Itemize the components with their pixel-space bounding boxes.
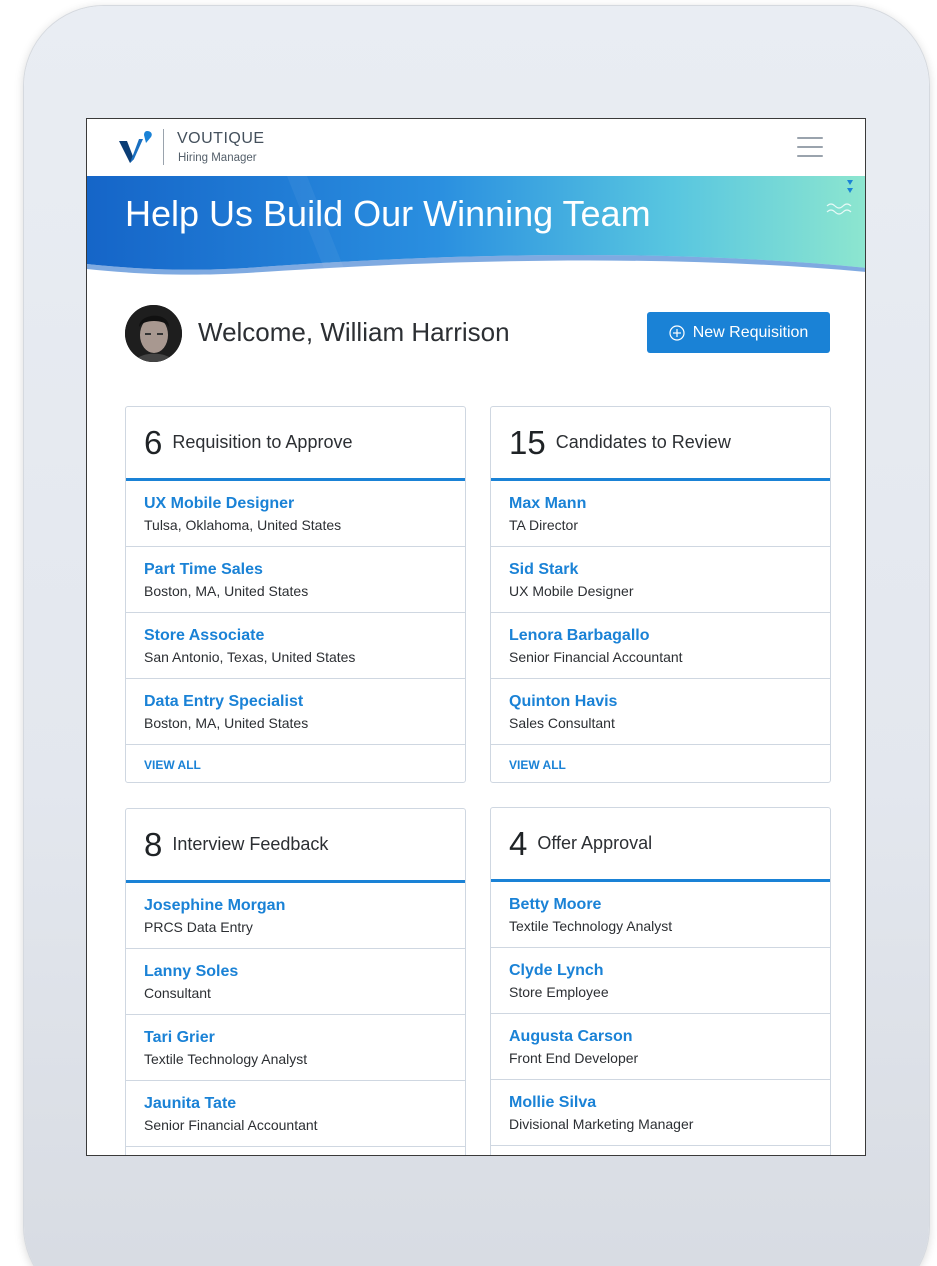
list-item[interactable]: Josephine Morgan PRCS Data Entry [126, 883, 465, 949]
list-item[interactable]: Augusta Carson Front End Developer [491, 1014, 830, 1080]
list-item[interactable]: Quinton Havis Sales Consultant [491, 679, 830, 745]
list-item[interactable]: Mollie Silva Divisional Marketing Manage… [491, 1080, 830, 1146]
item-name: Data Entry Specialist [144, 693, 304, 710]
brand-role: Hiring Manager [178, 152, 257, 164]
list-item[interactable]: Data Entry Specialist Boston, MA, United… [126, 679, 465, 745]
view-all-link[interactable]: VIEW ALL [491, 745, 830, 782]
item-name: Lanny Soles [144, 963, 239, 980]
user-avatar [125, 305, 182, 362]
item-subtitle: Front End Developer [509, 1050, 639, 1066]
item-name: UX Mobile Designer [144, 495, 295, 512]
new-requisition-label: New Requisition [692, 323, 809, 341]
new-requisition-button[interactable]: New Requisition [647, 312, 830, 353]
card-candidates-to-review: 15 Candidates to Review Max Mann TA Dire… [490, 406, 831, 783]
list-item[interactable]: UX Mobile Designer Tulsa, Oklahoma, Unit… [126, 481, 465, 547]
item-subtitle: Tulsa, Oklahoma, United States [144, 517, 342, 533]
item-name: Josephine Morgan [144, 897, 286, 914]
item-subtitle: San Antonio, Texas, United States [144, 649, 356, 665]
card-title: Candidates to Review [555, 432, 731, 452]
item-name: Jaunita Tate [144, 1095, 237, 1112]
item-subtitle: Boston, MA, United States [144, 583, 309, 599]
list-item[interactable]: Lanny Soles Consultant [126, 949, 465, 1015]
list-item[interactable]: Store Associate San Antonio, Texas, Unit… [126, 613, 465, 679]
list-item[interactable]: Betty Moore Textile Technology Analyst [491, 882, 830, 948]
item-subtitle: Textile Technology Analyst [509, 918, 673, 934]
list-item[interactable]: Lenora Barbagallo Senior Financial Accou… [491, 613, 830, 679]
item-name: Store Associate [144, 627, 265, 644]
list-item[interactable]: Jaunita Tate Senior Financial Accountant [126, 1081, 465, 1147]
brand-name: VOUTIQUE [177, 130, 265, 147]
item-subtitle: Store Employee [509, 984, 609, 1000]
card-title: Requisition to Approve [172, 432, 353, 452]
card-title: Offer Approval [537, 833, 653, 853]
top-bar: VOUTIQUE Hiring Manager [87, 119, 865, 176]
list-item[interactable]: Sid Stark UX Mobile Designer [491, 547, 830, 613]
item-name: Mollie Silva [509, 1094, 597, 1111]
menu-hamburger-icon[interactable] [797, 137, 823, 157]
item-name: Betty Moore [509, 896, 602, 913]
item-name: Max Mann [509, 495, 587, 512]
card-count: 6 [144, 423, 163, 461]
item-subtitle: TA Director [509, 517, 578, 533]
card-count: 4 [509, 824, 528, 862]
item-subtitle: Textile Technology Analyst [144, 1051, 308, 1067]
list-item[interactable]: Max Mann TA Director [491, 481, 830, 547]
list-item[interactable]: Tari Grier Textile Technology Analyst [126, 1015, 465, 1081]
view-all-link[interactable]: VIEW ALL [126, 745, 465, 782]
item-name: Quinton Havis [509, 693, 618, 710]
list-item[interactable]: Clyde Lynch Store Employee [491, 948, 830, 1014]
card-header: 4 Offer Approval [491, 808, 830, 882]
card-requisitions-to-approve: 6 Requisition to Approve UX Mobile Desig… [125, 406, 466, 783]
plus-circle-icon [669, 324, 685, 341]
card-header: 15 Candidates to Review [491, 407, 830, 481]
item-name: Augusta Carson [509, 1028, 633, 1045]
item-subtitle: Divisional Marketing Manager [509, 1116, 694, 1132]
voutique-logo-icon [119, 131, 152, 163]
logo-divider [163, 129, 164, 165]
app-screen: VOUTIQUE Hiring Manager Help Us Build Ou… [86, 118, 866, 1156]
item-subtitle: Senior Financial Accountant [509, 649, 683, 665]
item-subtitle: Senior Financial Accountant [144, 1117, 318, 1133]
card-offer-approval: 4 Offer Approval Betty Moore Textile Tec… [490, 807, 831, 1155]
item-subtitle: Sales Consultant [509, 715, 615, 731]
item-name: Lenora Barbagallo [509, 627, 650, 644]
banner-title: Help Us Build Our Winning Team [125, 193, 651, 234]
item-name: Clyde Lynch [509, 962, 604, 979]
card-title: Interview Feedback [172, 834, 329, 854]
item-subtitle: UX Mobile Designer [509, 583, 634, 599]
card-header: 8 Interview Feedback [126, 809, 465, 883]
item-name: Sid Stark [509, 561, 579, 578]
list-item[interactable]: Part Time Sales Boston, MA, United State… [126, 547, 465, 613]
item-subtitle: Boston, MA, United States [144, 715, 309, 731]
card-count: 8 [144, 825, 163, 863]
item-name: Tari Grier [144, 1029, 215, 1046]
card-count: 15 [509, 423, 546, 461]
item-subtitle: Consultant [144, 985, 211, 1001]
welcome-heading: Welcome, William Harrison [198, 317, 510, 347]
hero-banner: Help Us Build Our Winning Team [87, 176, 865, 276]
item-name: Part Time Sales [144, 561, 263, 578]
card-header: 6 Requisition to Approve [126, 407, 465, 481]
card-interview-feedback: 8 Interview Feedback Josephine Morgan PR… [125, 808, 466, 1155]
item-subtitle: PRCS Data Entry [144, 919, 253, 935]
